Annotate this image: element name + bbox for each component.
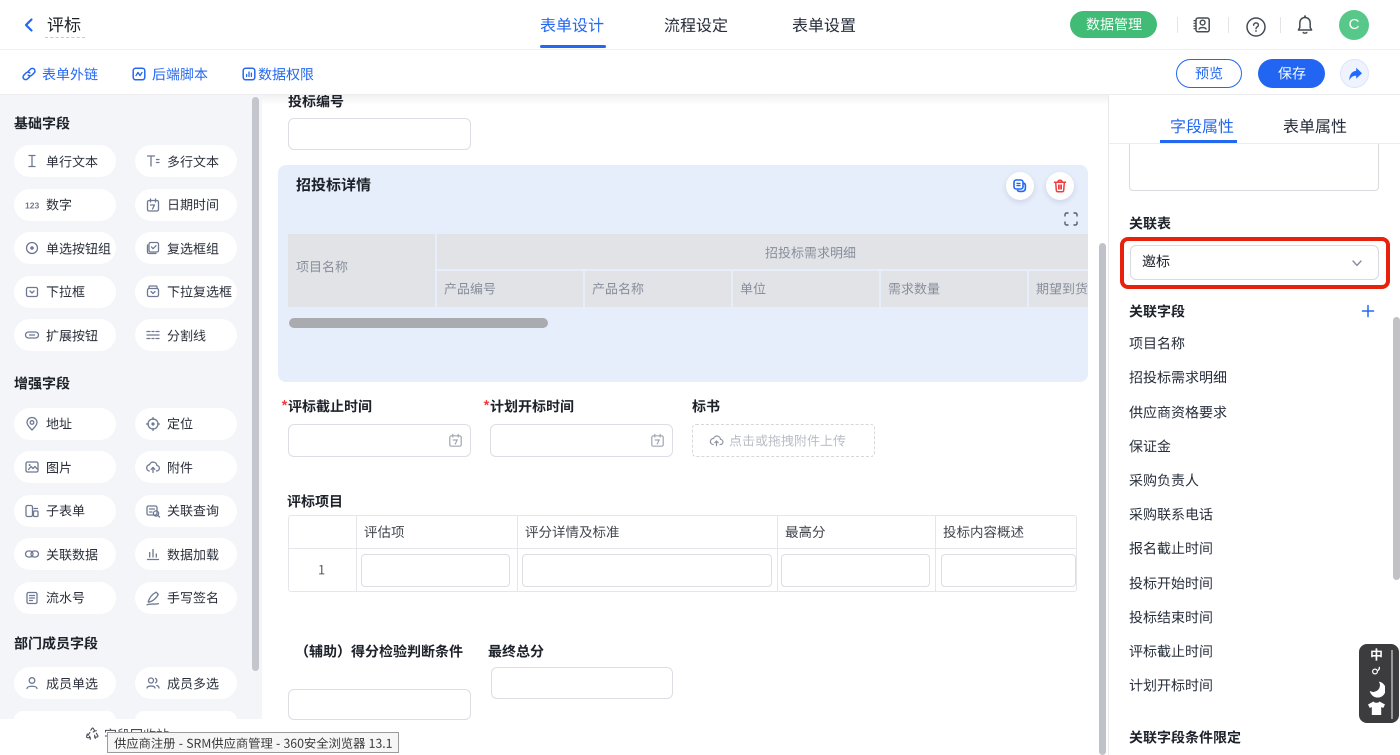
svg-text:123: 123 (25, 200, 39, 210)
